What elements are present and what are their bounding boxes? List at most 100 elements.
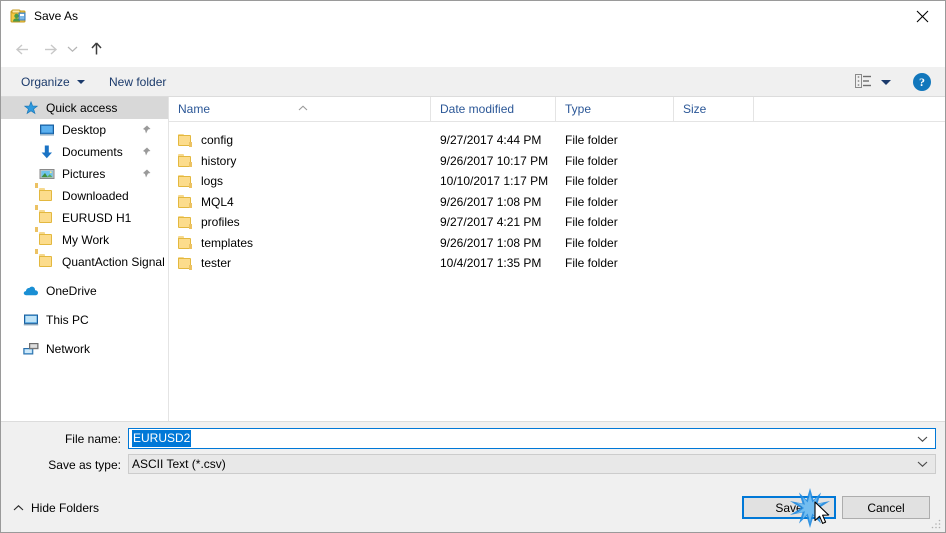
file-name-label: profiles xyxy=(201,215,240,230)
column-headers: Name Date modified Type Size xyxy=(169,97,945,122)
folder-icon xyxy=(178,174,193,188)
sidebar-item-onedrive[interactable]: OneDrive xyxy=(1,280,168,302)
sidebar-item-eurusd-h1[interactable]: EURUSD H1 xyxy=(1,205,168,229)
folder-icon xyxy=(178,256,193,270)
file-name-label: logs xyxy=(201,174,224,189)
file-name-label: MQL4 xyxy=(201,194,234,209)
file-name-cell: history xyxy=(169,154,431,168)
sidebar-item-quick-access[interactable]: Quick access xyxy=(1,97,168,119)
file-date-cell: 10/10/2017 1:17 PM xyxy=(440,174,549,189)
table-row[interactable]: templates 9/26/2017 1:08 PM File folder xyxy=(169,233,945,254)
pictures-icon xyxy=(39,166,55,182)
command-bar-right: ? xyxy=(851,67,945,97)
chevron-down-icon[interactable] xyxy=(917,432,928,446)
folder-icon xyxy=(178,215,193,229)
sidebar-item-my-work[interactable]: My Work xyxy=(1,227,168,251)
sidebar-item-label: Documents xyxy=(62,145,123,159)
network-icon xyxy=(23,341,39,357)
up-one-level-button[interactable] xyxy=(83,35,109,63)
sidebar-item-label: Network xyxy=(46,342,91,356)
table-row[interactable]: MQL4 9/26/2017 1:08 PM File folder xyxy=(169,192,945,213)
file-type-cell: File folder xyxy=(565,174,618,189)
sidebar-item-documents[interactable]: Documents xyxy=(1,141,168,163)
folder-icon xyxy=(178,154,193,168)
file-date-cell: 9/26/2017 1:08 PM xyxy=(440,235,542,250)
change-view-button[interactable] xyxy=(851,73,895,91)
window-title: Save As xyxy=(34,9,79,23)
sort-ascending-icon xyxy=(297,97,309,111)
sidebar-item-pictures[interactable]: Pictures xyxy=(1,163,168,185)
save-as-icon xyxy=(10,8,26,24)
table-row[interactable]: config 9/27/2017 4:44 PM File folder xyxy=(169,130,945,151)
file-name-cell: profiles xyxy=(169,215,431,229)
table-row[interactable]: logs 10/10/2017 1:17 PM File folder xyxy=(169,171,945,192)
column-header-size[interactable]: Size xyxy=(674,97,754,121)
file-date-cell: 9/27/2017 4:21 PM xyxy=(440,215,542,230)
chevron-down-icon xyxy=(881,79,891,85)
save-as-type-label: Save as type: xyxy=(48,458,121,472)
table-row[interactable]: history 9/26/2017 10:17 PM File folder xyxy=(169,151,945,172)
column-header-date-modified[interactable]: Date modified xyxy=(431,97,556,121)
title-bar: Save As xyxy=(1,1,945,31)
hide-folders-label: Hide Folders xyxy=(31,501,100,515)
chevron-down-icon xyxy=(76,80,85,84)
organize-button[interactable]: Organize xyxy=(13,67,93,97)
navigation-bar: « Roaming › MetaQuotes › Terminal › 9155… xyxy=(1,31,945,90)
pin-icon xyxy=(141,168,152,179)
save-as-type-select[interactable]: ASCII Text (*.csv) xyxy=(128,454,936,474)
folder-icon xyxy=(178,236,193,250)
column-header-type[interactable]: Type xyxy=(556,97,674,121)
column-header-name[interactable]: Name xyxy=(169,97,431,121)
file-list: Name Date modified Type Size config 9/27… xyxy=(169,97,945,421)
file-type-cell: File folder xyxy=(565,133,618,148)
folder-icon xyxy=(178,195,193,209)
chevron-down-icon[interactable] xyxy=(917,457,928,471)
desktop-icon xyxy=(39,122,55,138)
onedrive-icon xyxy=(23,283,39,299)
file-type-cell: File folder xyxy=(565,194,618,209)
file-name-input[interactable]: EURUSD2 xyxy=(128,428,936,449)
sidebar-item-label: Pictures xyxy=(62,167,106,181)
documents-icon xyxy=(39,144,55,160)
navigation-pane: Quick access Desktop Documents Pictures … xyxy=(1,97,168,421)
close-icon[interactable] xyxy=(899,1,945,31)
sidebar-item-network[interactable]: Network xyxy=(1,338,168,360)
new-folder-button[interactable]: New folder xyxy=(101,67,174,97)
sidebar-item-label: My Work xyxy=(62,233,110,247)
file-name-cell: config xyxy=(169,133,431,147)
file-name-label: templates xyxy=(201,235,254,250)
file-type-cell: File folder xyxy=(565,256,618,271)
content-area: Quick access Desktop Documents Pictures … xyxy=(1,97,945,421)
sidebar-item-label: EURUSD H1 xyxy=(62,211,132,225)
sidebar-item-label: OneDrive xyxy=(46,284,97,298)
sidebar-item-quantaction-signal[interactable]: QuantAction Signal xyxy=(1,249,168,273)
sidebar-item-this-pc[interactable]: This PC xyxy=(1,309,168,331)
folder-icon xyxy=(178,133,193,147)
sidebar-item-label: Quick access xyxy=(46,101,118,115)
list-top-spacer xyxy=(169,122,945,130)
save-button[interactable]: Save xyxy=(742,496,836,519)
file-date-cell: 9/26/2017 10:17 PM xyxy=(440,153,549,168)
pin-icon xyxy=(141,146,152,157)
sidebar-item-desktop[interactable]: Desktop xyxy=(1,119,168,141)
hide-folders-button[interactable]: Hide Folders xyxy=(13,501,99,515)
command-bar: Organize New folder ? xyxy=(1,67,945,97)
sidebar-item-label: This PC xyxy=(46,313,89,327)
sidebar-item-label: Downloaded xyxy=(62,189,129,203)
chevron-up-icon xyxy=(13,501,24,515)
help-button[interactable]: ? xyxy=(913,73,931,91)
forward-button[interactable] xyxy=(37,35,63,63)
table-row[interactable]: profiles 9/27/2017 4:21 PM File folder xyxy=(169,212,945,233)
back-button[interactable] xyxy=(9,35,35,63)
sidebar-item-downloaded[interactable]: Downloaded xyxy=(1,183,168,207)
recent-locations-icon[interactable] xyxy=(63,35,81,63)
file-name-label: history xyxy=(201,153,237,168)
cancel-button[interactable]: Cancel xyxy=(842,496,930,519)
save-as-dialog: Save As Organize New folder ? Quick acce… xyxy=(0,0,946,533)
file-name-label: config xyxy=(201,133,234,148)
new-folder-label: New folder xyxy=(109,75,167,89)
folder-icon xyxy=(35,227,55,248)
table-row[interactable]: tester 10/4/2017 1:35 PM File folder xyxy=(169,253,945,274)
